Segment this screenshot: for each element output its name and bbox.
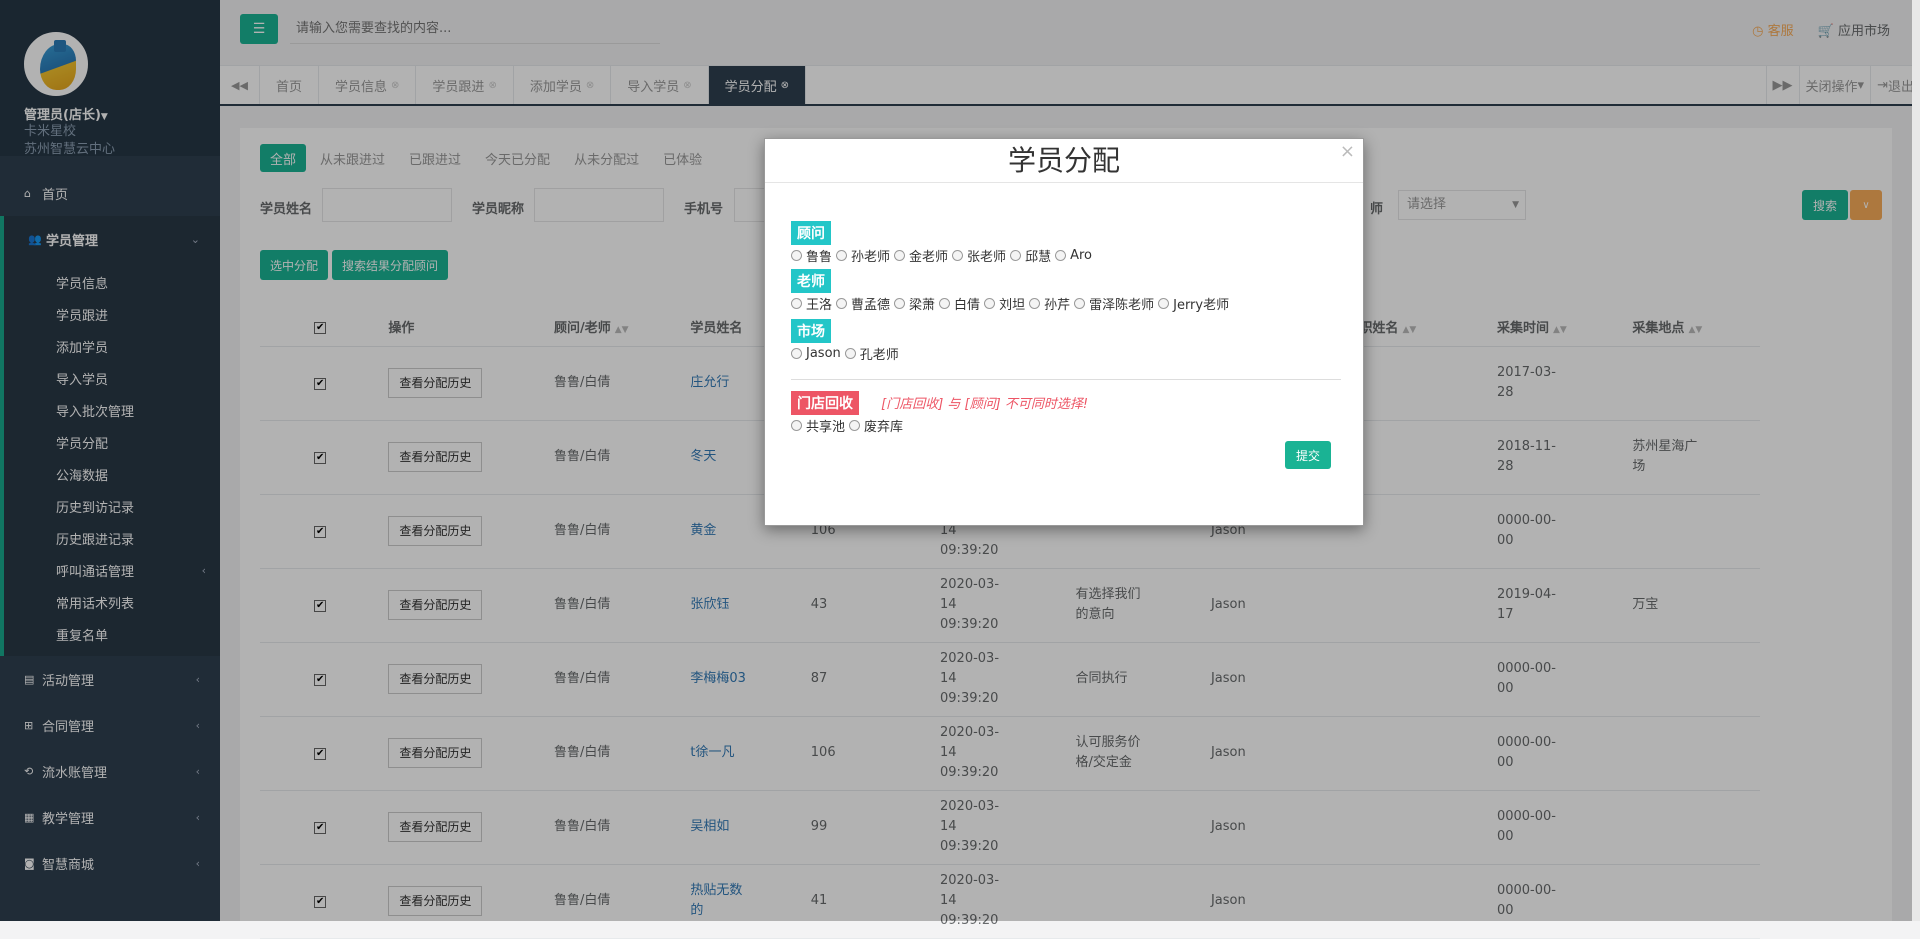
radio-label: 孙老师 bbox=[851, 250, 891, 265]
radio-option[interactable]: 刘坦 bbox=[984, 294, 1025, 313]
market-group: 市场 Jason 孔老师 bbox=[791, 319, 903, 363]
radio-button[interactable] bbox=[791, 298, 802, 309]
radio-button[interactable] bbox=[1074, 298, 1086, 309]
modal-divider bbox=[791, 379, 1341, 380]
radio-button[interactable] bbox=[1029, 298, 1041, 309]
radio-option[interactable]: 白倩 bbox=[939, 294, 980, 313]
radio-label: Aro bbox=[1070, 248, 1092, 263]
market-tag: 市场 bbox=[791, 319, 831, 343]
radio-option[interactable]: 梁萧 bbox=[894, 294, 935, 313]
radio-label: 金老师 bbox=[909, 250, 949, 265]
radio-button[interactable] bbox=[952, 250, 964, 261]
teacher-tag: 老师 bbox=[791, 269, 831, 293]
radio-button[interactable] bbox=[1010, 250, 1022, 261]
radio-label: 孙芹 bbox=[1044, 298, 1071, 313]
radio-option[interactable]: 共享池 bbox=[791, 416, 845, 435]
radio-label: 张老师 bbox=[967, 250, 1007, 265]
radio-option[interactable]: Jason bbox=[791, 344, 841, 363]
radio-label: 刘坦 bbox=[999, 298, 1026, 313]
radio-option[interactable]: 王洛 bbox=[791, 294, 832, 313]
radio-option[interactable]: 废弃库 bbox=[849, 416, 903, 435]
radio-label: 白倩 bbox=[954, 298, 981, 313]
radio-option[interactable]: Jerry老师 bbox=[1158, 294, 1229, 313]
advisor-group: 顾问 鲁鲁 孙老师 金老师 张老师 邱慧 Aro bbox=[791, 221, 1096, 265]
radio-button[interactable] bbox=[1055, 250, 1067, 261]
radio-button[interactable] bbox=[849, 420, 861, 431]
modal-close-button[interactable]: × bbox=[1340, 141, 1355, 162]
radio-button[interactable] bbox=[894, 250, 906, 261]
submit-button[interactable]: 提交 bbox=[1285, 441, 1331, 469]
radio-button[interactable] bbox=[791, 250, 802, 261]
radio-button[interactable] bbox=[894, 298, 906, 309]
radio-button[interactable] bbox=[836, 298, 848, 309]
radio-label: 邱慧 bbox=[1025, 250, 1052, 265]
radio-button[interactable] bbox=[836, 250, 848, 261]
radio-label: 王洛 bbox=[806, 298, 833, 313]
radio-option[interactable]: 雷泽陈老师 bbox=[1074, 294, 1154, 313]
radio-option[interactable]: 鲁鲁 bbox=[791, 246, 832, 265]
radio-button[interactable] bbox=[844, 348, 856, 359]
radio-option[interactable]: 曹孟德 bbox=[836, 294, 890, 313]
radio-label: 鲁鲁 bbox=[806, 250, 833, 265]
radio-option[interactable]: Aro bbox=[1055, 246, 1092, 265]
page-scrollbar[interactable] bbox=[1912, 0, 1920, 921]
radio-button[interactable] bbox=[791, 348, 802, 359]
radio-label: 雷泽陈老师 bbox=[1089, 298, 1155, 313]
radio-option[interactable]: 金老师 bbox=[894, 246, 948, 265]
radio-label: Jerry老师 bbox=[1173, 298, 1230, 313]
radio-option[interactable]: 孙老师 bbox=[836, 246, 890, 265]
radio-button[interactable] bbox=[791, 420, 802, 431]
teacher-group: 老师 王洛 曹孟德 梁萧 白倩 刘坦 孙芹 雷泽陈老师 Jerry老师 bbox=[791, 269, 1233, 313]
radio-button[interactable] bbox=[984, 298, 996, 309]
store-recycle-tag: 门店回收 bbox=[791, 391, 859, 415]
radio-option[interactable]: 邱慧 bbox=[1010, 246, 1051, 265]
radio-label: 曹孟德 bbox=[851, 298, 891, 313]
radio-label: Jason bbox=[806, 346, 841, 361]
radio-button[interactable] bbox=[939, 298, 951, 309]
modal-title: 学员分配 bbox=[765, 139, 1363, 183]
radio-label: 共享池 bbox=[806, 420, 846, 435]
radio-option[interactable]: 孙芹 bbox=[1029, 294, 1070, 313]
radio-button[interactable] bbox=[1158, 298, 1170, 309]
assign-modal: 学员分配 × 顾问 鲁鲁 孙老师 金老师 张老师 邱慧 Aro 老师 王洛 曹孟德 梁萧 白倩 刘… bbox=[764, 138, 1364, 526]
radio-option[interactable]: 张老师 bbox=[952, 246, 1006, 265]
advisor-tag: 顾问 bbox=[791, 221, 831, 245]
radio-label: 孔老师 bbox=[859, 348, 899, 363]
radio-label: 梁萧 bbox=[909, 298, 936, 313]
store-recycle-hint: [门店回收] 与 [顾问] 不可同时选择! bbox=[881, 397, 1089, 412]
store-recycle-group: 门店回收 [门店回收] 与 [顾问] 不可同时选择! 共享池 废弃库 bbox=[791, 391, 1088, 435]
radio-option[interactable]: 孔老师 bbox=[844, 344, 899, 363]
radio-label: 废弃库 bbox=[864, 420, 904, 435]
